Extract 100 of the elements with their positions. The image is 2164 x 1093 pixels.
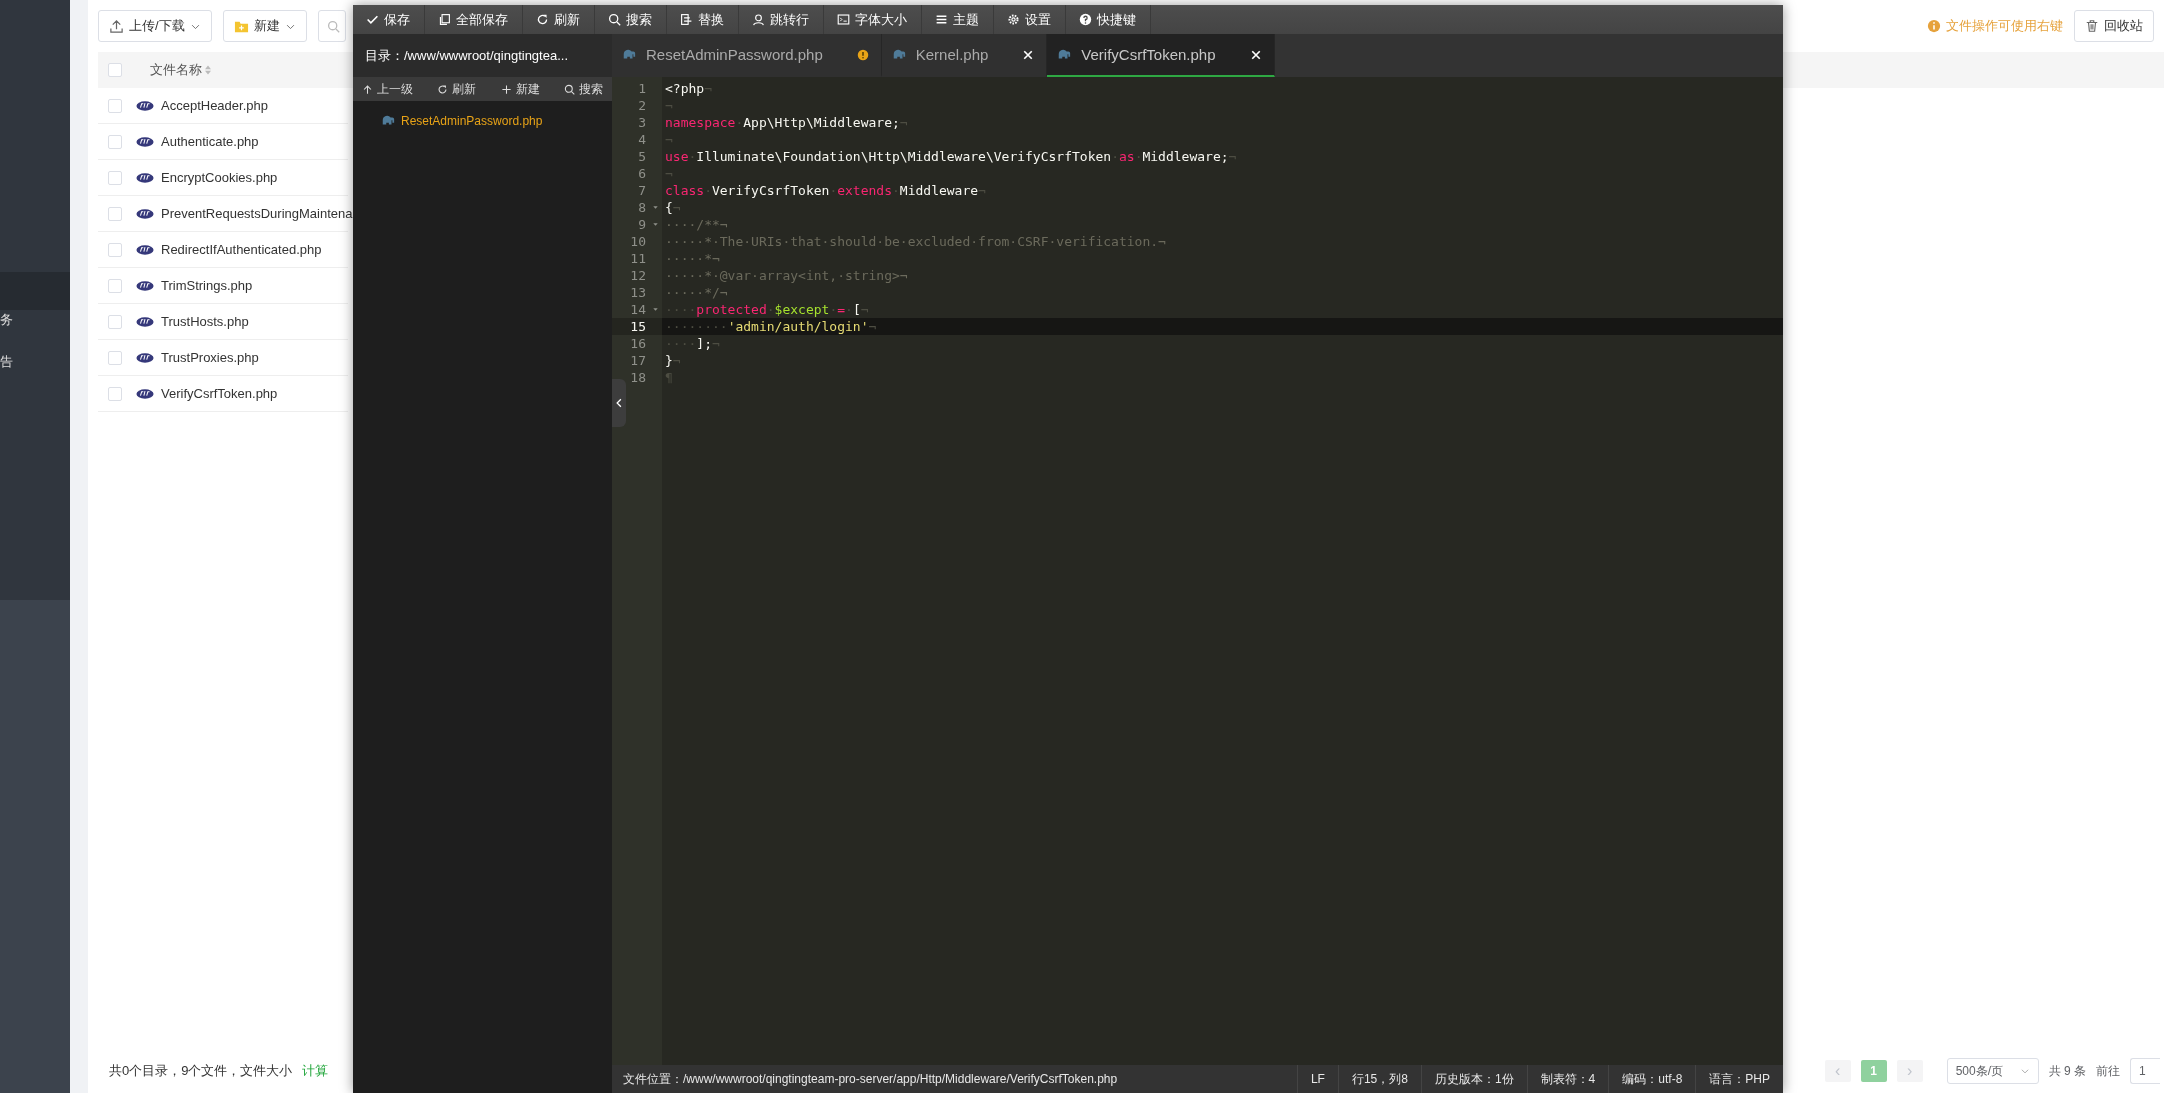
- menu-icon: [935, 13, 948, 26]
- line-number: 5: [637, 148, 647, 165]
- line-number: 11: [629, 250, 647, 267]
- settings-icon: [1007, 13, 1020, 26]
- code-line: ¬: [664, 97, 674, 114]
- checkbox[interactable]: [108, 314, 122, 329]
- code-line: use·Illuminate\Foundation\Http\Middleware\VerifyCsrfToken·as·Middleware;¬: [664, 148, 1238, 165]
- checkbox[interactable]: [108, 98, 122, 113]
- checkbox[interactable]: [108, 134, 122, 149]
- info-icon: [1927, 19, 1941, 33]
- code-line: ·····*·@var·array<int,·string>¬: [664, 267, 909, 284]
- close-icon[interactable]: [1249, 48, 1262, 61]
- tree-file[interactable]: ResetAdminPassword.php: [353, 110, 612, 132]
- search-icon: [608, 13, 621, 26]
- up-arrow-icon: [362, 83, 373, 95]
- line-number: 14: [612, 301, 662, 318]
- recycle-bin-button[interactable]: 回收站: [2074, 10, 2154, 42]
- file-location: 文件位置：/www/wwwroot/qingtingteam-pro-server/app/Http/Middleware/VerifyCsrfToken.php: [622, 1070, 1119, 1088]
- line-number: 3: [637, 114, 647, 131]
- directory-path: 目录：/www/wwwroot/qingtingtea...: [353, 34, 612, 77]
- replace-icon: [680, 13, 693, 26]
- line-number: 9: [612, 216, 662, 233]
- sidebar-item[interactable]: 务: [0, 310, 70, 330]
- checkbox[interactable]: [108, 170, 122, 185]
- caret-icon: [2019, 1066, 2030, 1076]
- line-number: 16: [629, 335, 647, 352]
- code-line: class·VerifyCsrfToken·extends·Middleware¬: [664, 182, 987, 199]
- refresh-icon: [536, 13, 549, 26]
- code-line: ¬: [664, 165, 674, 182]
- tree-action-button[interactable]: 新建: [497, 80, 543, 98]
- total-count: 共 9 条: [2048, 1062, 2086, 1080]
- status-item: 历史版本：1份: [1420, 1065, 1527, 1093]
- line-number: 12: [629, 267, 647, 284]
- checkbox[interactable]: [108, 63, 122, 77]
- file-name[interactable]: Authenticate.php: [161, 134, 259, 149]
- file-tab[interactable]: VerifyCsrfToken.php: [1047, 34, 1275, 77]
- line-number: 8: [612, 199, 662, 216]
- file-name[interactable]: EncryptCookies.php: [161, 170, 278, 185]
- line-number: 2: [637, 97, 647, 114]
- code-line: ·····*/¬: [664, 284, 729, 301]
- code-line: ¬: [664, 131, 674, 148]
- trash-icon: [2085, 19, 2099, 33]
- code-line: ····];¬: [664, 335, 721, 352]
- checkbox[interactable]: [108, 206, 122, 221]
- close-icon[interactable]: [1022, 48, 1035, 61]
- search-field[interactable]: [317, 10, 346, 42]
- file-name[interactable]: TrustProxies.php: [161, 350, 259, 365]
- line-number: 13: [629, 284, 647, 301]
- file-name[interactable]: PreventRequestsDuringMaintena: [161, 206, 353, 221]
- status-item: LF: [1296, 1065, 1338, 1093]
- elephant-icon: [891, 47, 906, 62]
- upload-icon: [109, 18, 124, 34]
- check-icon: [366, 13, 379, 26]
- refresh-icon: [437, 83, 449, 95]
- fold-icon[interactable]: [652, 204, 659, 211]
- line-number: 4: [637, 131, 647, 148]
- elephant-icon: [1057, 47, 1072, 62]
- tree-action-button[interactable]: 刷新: [434, 80, 480, 98]
- new-button[interactable]: 新建: [222, 10, 307, 42]
- checkbox[interactable]: [108, 242, 122, 257]
- tree-action-button[interactable]: 搜索: [561, 80, 606, 98]
- code-line: ····/**¬: [664, 216, 729, 233]
- page-size-select[interactable]: 500条/页: [1946, 1058, 2039, 1084]
- page-input[interactable]: 1: [2130, 1058, 2160, 1084]
- file-name[interactable]: RedirectIfAuthenticated.php: [161, 242, 322, 257]
- chevron-left-icon: [614, 397, 624, 409]
- search-icon: [564, 83, 575, 95]
- collapse-button[interactable]: [612, 379, 626, 427]
- checkbox[interactable]: [108, 350, 122, 365]
- file-name[interactable]: VerifyCsrfToken.php: [161, 386, 278, 401]
- file-name[interactable]: TrimStrings.php: [161, 278, 253, 293]
- help-icon: [1079, 13, 1092, 26]
- column-header[interactable]: 文件名称: [150, 61, 202, 79]
- search-icon: [326, 19, 340, 33]
- file-name[interactable]: AcceptHeader.php: [161, 98, 268, 113]
- code-line: ¶: [664, 369, 674, 386]
- checkbox[interactable]: [108, 386, 122, 401]
- line-number: 10: [629, 233, 647, 250]
- status-item: 语言：PHP: [1695, 1065, 1783, 1093]
- terminal-icon: [837, 13, 850, 26]
- unsaved-icon: [856, 48, 869, 61]
- line-number: 15: [612, 318, 662, 335]
- fold-icon[interactable]: [652, 306, 659, 313]
- summary-text: 共0个目录，9个文件，文件大小: [109, 1062, 293, 1080]
- status-item: 制表符：4: [1526, 1065, 1609, 1093]
- plus-icon: [500, 83, 512, 95]
- line-number: 17: [629, 352, 647, 369]
- code-line: {¬: [664, 199, 682, 216]
- file-name[interactable]: TrustHosts.php: [161, 314, 249, 329]
- upload-download-button[interactable]: 上传/下载: [98, 10, 212, 42]
- selected-menu-item[interactable]: [0, 272, 70, 310]
- sidebar-item[interactable]: 告: [0, 352, 70, 372]
- fold-icon[interactable]: [652, 221, 659, 228]
- code-line: ·····*·The·URIs·that·should·be·excluded·from·CSRF·verification.¬: [664, 233, 1167, 250]
- tree-action-button[interactable]: 上一级: [359, 80, 416, 98]
- goto-label: 前往: [2096, 1062, 2120, 1080]
- code-line: }¬: [664, 352, 682, 369]
- code-line: namespace·App\Http\Middleware;¬: [664, 114, 909, 131]
- checkbox[interactable]: [108, 278, 122, 293]
- copy-icon: [438, 13, 451, 26]
